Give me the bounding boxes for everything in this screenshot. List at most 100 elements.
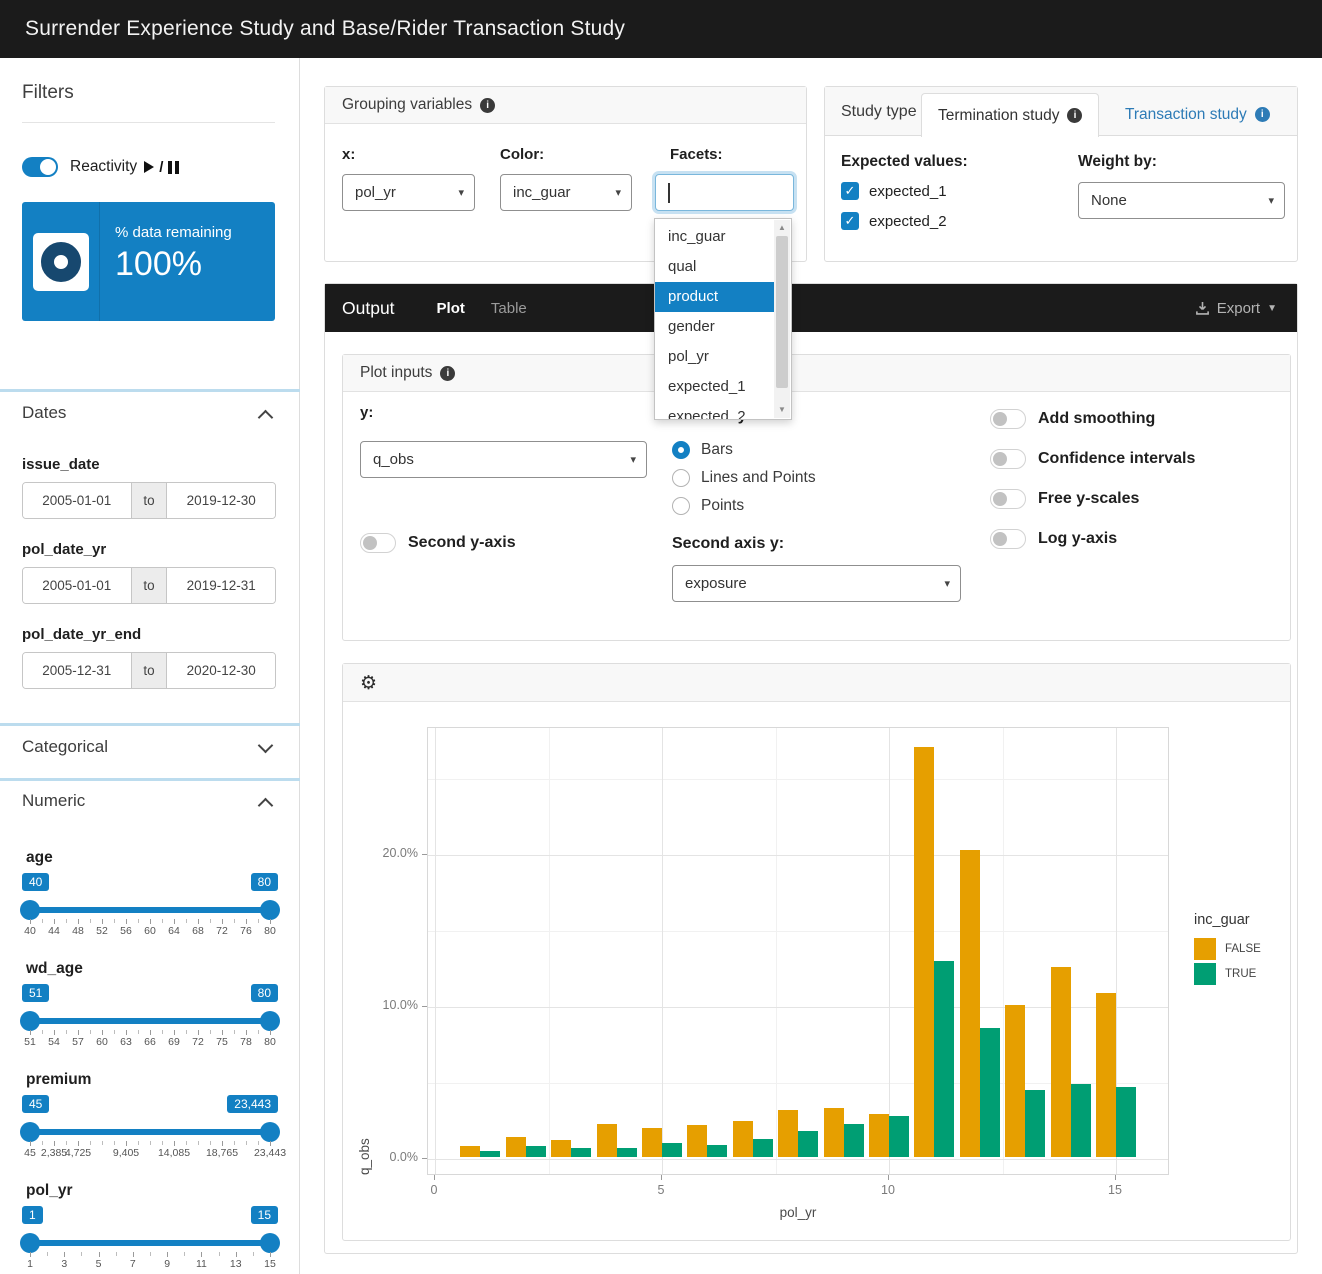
slider-handle-max[interactable] [260,1011,280,1031]
radio-button[interactable] [672,497,690,515]
slider-tick [42,1030,43,1034]
slider-handle-max[interactable] [260,1122,280,1142]
slider-track[interactable] [30,1129,270,1135]
slider-tick [81,1252,82,1256]
slider-tick [126,1141,127,1146]
slider-track[interactable] [30,907,270,913]
facets-input[interactable] [655,174,794,211]
slider-label: age [26,849,53,867]
slider-tick [99,1252,100,1257]
slider-tick [253,1252,254,1256]
dropdown-scrollbar[interactable]: ▲ ▼ [774,220,790,418]
date-from-input[interactable]: 2005-01-01 [23,568,131,603]
legend-swatch [1194,938,1216,960]
slider-tick-label: 64 [168,925,180,937]
slider-tick-label: 11 [196,1258,207,1270]
slider-tick [102,1141,103,1145]
export-button[interactable]: Export ▼ [1195,300,1277,317]
slider-track[interactable] [30,1018,270,1024]
chevron-up-icon [258,410,274,426]
toggle-label: Free y-scales [1038,490,1139,508]
bar-false-polyr-3 [551,1140,571,1157]
facet-option[interactable]: inc_guar [655,222,774,252]
info-icon[interactable]: i [480,98,495,113]
facet-option[interactable]: expected_2 [655,402,774,420]
option-toggle[interactable] [990,449,1026,469]
radio-button[interactable] [672,469,690,487]
reactivity-toggle[interactable] [22,157,58,177]
slider-tick-label: 7 [130,1258,136,1270]
slider-track[interactable] [30,1240,270,1246]
slider-tick-label: 57 [72,1036,84,1048]
facet-option[interactable]: qual [655,252,774,282]
slider-handle-max[interactable] [260,1233,280,1253]
bar-true-polyr-5 [662,1143,682,1157]
slider-tick [138,919,139,923]
date-to-input[interactable]: 2019-12-30 [167,483,275,518]
option-toggle[interactable] [990,489,1026,509]
tab-plot[interactable]: Plot [437,300,465,317]
x-axis-tick-label: 0 [414,1183,454,1197]
date-to-input[interactable]: 2020-12-30 [167,653,275,688]
scroll-down-icon[interactable]: ▼ [774,403,790,417]
text-cursor [668,183,670,203]
color-label: Color: [500,146,544,163]
slider-tick-label: 72 [216,925,228,937]
slider-max-value: 23,443 [227,1095,278,1113]
facet-option[interactable]: pol_yr [655,342,774,372]
slider-tick [222,919,223,924]
second-axis-y-select[interactable]: exposure ▾ [672,565,961,602]
info-icon[interactable]: i [1255,107,1270,122]
weight-by-select[interactable]: None ▾ [1078,182,1285,219]
x-select[interactable]: pol_yr ▾ [342,174,475,211]
date-from-input[interactable]: 2005-01-01 [23,483,131,518]
reactivity-label: Reactivity [70,158,137,176]
toggle-knob [993,492,1007,506]
facet-option[interactable]: gender [655,312,774,342]
slider-handle-min[interactable] [20,1011,40,1031]
bar-false-polyr-13 [1005,1005,1025,1157]
plot-inputs-panel: Plot inputs i y: q_obs ▾ Second y-axis G… [342,354,1291,641]
tab-transaction-study[interactable]: Transaction study i [1125,93,1270,136]
slider-handle-max[interactable] [260,900,280,920]
info-icon[interactable]: i [1067,108,1082,123]
checkbox-checked[interactable]: ✓ [841,182,859,200]
checkbox-checked[interactable]: ✓ [841,212,859,230]
date-from-input[interactable]: 2005-12-31 [23,653,131,688]
gear-icon[interactable]: ⚙ [360,672,377,694]
facet-option[interactable]: product [655,282,774,312]
slider-handle-min[interactable] [20,1233,40,1253]
slider-max-value: 80 [251,984,278,1002]
slider-handle-min[interactable] [20,900,40,920]
tab-termination-study[interactable]: Termination study i [921,93,1099,137]
numeric-filter-pol_yr: pol_yr11513579111315 [30,1182,270,1274]
y-select[interactable]: q_obs ▾ [360,441,647,478]
slider-tick [174,1030,175,1035]
section-dates[interactable]: Dates [22,403,275,429]
slider-tick-label: 9 [164,1258,170,1270]
toggle-label: Add smoothing [1038,410,1155,428]
section-categorical[interactable]: Categorical [22,737,275,763]
info-icon[interactable]: i [440,366,455,381]
date-to-input[interactable]: 2019-12-31 [167,568,275,603]
slider-tick-label: 78 [240,1036,252,1048]
facet-option[interactable]: expected_1 [655,372,774,402]
bar-false-polyr-8 [778,1110,798,1157]
slider-handle-min[interactable] [20,1122,40,1142]
date-separator: to [131,483,168,518]
tab-table[interactable]: Table [491,300,527,317]
slider-tick-label: 13 [230,1258,242,1270]
y-axis-tick-mark [422,1006,427,1007]
output-panel: Output Plot Table Export ▼ Plot inputs i… [324,283,1298,1254]
option-toggle[interactable] [990,409,1026,429]
app-window: Surrender Experience Study and Base/Ride… [0,0,1322,1274]
slider-tick-label: 4,725 [65,1147,91,1159]
option-toggle[interactable] [990,529,1026,549]
color-select[interactable]: inc_guar ▾ [500,174,632,211]
radio-button[interactable] [672,441,690,459]
scroll-up-icon[interactable]: ▲ [774,221,790,235]
scrollbar-thumb[interactable] [776,236,788,388]
second-y-axis-toggle[interactable] [360,533,396,553]
bar-true-polyr-11 [934,961,954,1157]
section-numeric[interactable]: Numeric [22,791,275,817]
